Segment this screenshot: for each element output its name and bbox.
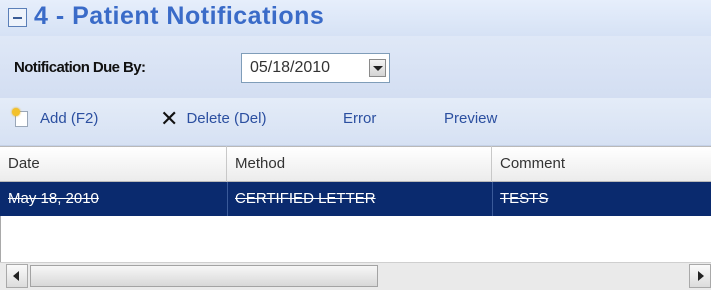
notification-due-label: Notification Due By:	[14, 59, 146, 76]
error-button[interactable]: Error	[343, 108, 376, 134]
scrollbar-thumb[interactable]	[30, 265, 378, 287]
delete-x-icon: ✕	[160, 106, 179, 132]
add-button[interactable]: Add (F2)	[12, 108, 99, 134]
column-header-date[interactable]: Date	[0, 146, 227, 182]
column-divider	[492, 182, 493, 216]
preview-button[interactable]: Preview	[444, 108, 497, 134]
notification-date-value: 05/18/2010	[250, 59, 331, 76]
scroll-right-icon[interactable]	[689, 264, 711, 288]
notification-date-select[interactable]: 05/18/2010	[241, 53, 390, 83]
error-button-label: Error	[343, 110, 377, 127]
scroll-left-icon[interactable]	[6, 264, 28, 288]
cell-comment[interactable]: TESTS	[492, 182, 711, 216]
delete-button-label: Delete (Del)	[186, 110, 267, 127]
add-button-label: Add (F2)	[40, 110, 99, 127]
column-header-method[interactable]: Method	[227, 146, 492, 182]
chevron-down-icon[interactable]	[369, 59, 386, 77]
new-document-icon	[12, 108, 30, 129]
cell-date[interactable]: May 18, 2010	[0, 182, 227, 216]
preview-button-label: Preview	[444, 110, 498, 127]
section-title: 4 - Patient Notifications	[34, 2, 325, 30]
column-divider	[227, 182, 228, 216]
collapse-minus-icon[interactable]	[8, 8, 27, 27]
patient-notifications-panel: 4 - Patient Notifications Notification D…	[0, 0, 711, 290]
delete-button[interactable]: ✕ Delete (Del)	[160, 108, 266, 134]
cell-method[interactable]: CERTIFIED LETTER	[227, 182, 492, 216]
column-header-comment[interactable]: Comment	[492, 146, 711, 182]
